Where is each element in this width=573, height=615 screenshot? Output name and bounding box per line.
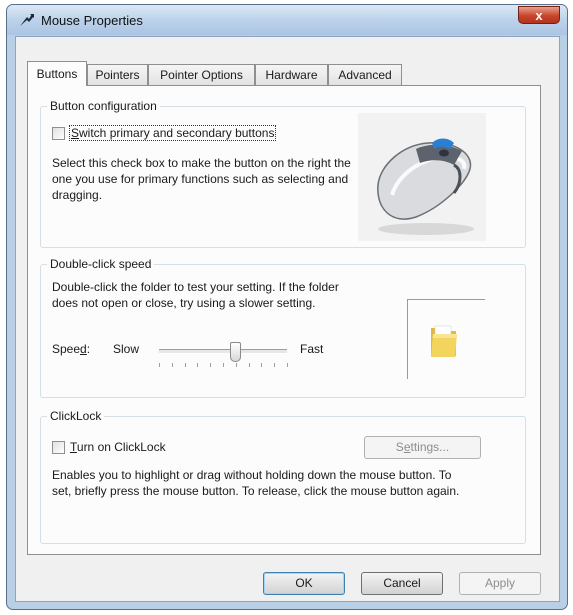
slider-tick bbox=[274, 363, 276, 367]
fast-label: Fast bbox=[300, 342, 324, 356]
mouse-icon bbox=[358, 113, 486, 241]
speed-label: Speed: bbox=[52, 342, 91, 356]
slider-tick bbox=[210, 363, 212, 367]
apply-button[interactable]: Apply bbox=[459, 572, 541, 595]
slider-tick bbox=[171, 363, 173, 367]
slider-tick bbox=[223, 363, 224, 367]
switch-buttons-label[interactable]: Switch primary and secondary buttons bbox=[68, 125, 277, 141]
slider-tick bbox=[235, 363, 237, 367]
button-configuration-group: Button configuration Switch primary and … bbox=[40, 99, 526, 248]
clicklock-settings-button[interactable]: Settings... bbox=[364, 436, 481, 459]
close-button[interactable]: x bbox=[518, 6, 560, 24]
slider-tick bbox=[184, 363, 186, 367]
clicklock-label[interactable]: Turn on ClickLock bbox=[70, 440, 166, 454]
clicklock-description: Enables you to highlight or drag without… bbox=[52, 468, 460, 498]
speed-slider-ticks bbox=[159, 363, 288, 369]
slider-tick bbox=[287, 363, 288, 367]
double-click-test-area[interactable] bbox=[407, 299, 485, 379]
tab-hardware[interactable]: Hardware bbox=[255, 64, 328, 85]
speed-slider-thumb[interactable] bbox=[230, 342, 242, 362]
double-click-speed-title: Double-click speed bbox=[47, 257, 155, 271]
title-bar[interactable]: Mouse Properties x bbox=[7, 5, 567, 35]
tab-buttons[interactable]: Buttons bbox=[27, 61, 87, 86]
tab-advanced[interactable]: Advanced bbox=[328, 64, 402, 85]
ok-button[interactable]: OK bbox=[263, 572, 345, 595]
mouse-pointer-icon bbox=[20, 14, 34, 26]
dialog-client-area: Buttons Pointers Pointer Options Hardwar… bbox=[15, 36, 560, 602]
buttons-tab-panel: Button configuration Switch primary and … bbox=[27, 85, 541, 555]
button-configuration-title: Button configuration bbox=[47, 99, 160, 113]
speed-slider-track[interactable] bbox=[159, 349, 287, 354]
slider-tick bbox=[261, 363, 263, 367]
slow-label: Slow bbox=[113, 342, 140, 356]
switch-buttons-checkbox[interactable] bbox=[52, 127, 65, 140]
close-icon: x bbox=[535, 8, 543, 23]
window-title: Mouse Properties bbox=[41, 13, 143, 28]
clicklock-checkbox[interactable] bbox=[52, 441, 65, 454]
clicklock-group: ClickLock Turn on ClickLock Settings... … bbox=[40, 409, 526, 544]
slider-tick bbox=[248, 363, 250, 367]
button-configuration-description: Select this check box to make the button… bbox=[52, 156, 351, 202]
tab-pointers[interactable]: Pointers bbox=[87, 64, 148, 85]
double-click-speed-group: Double-click speed Double-click the fold… bbox=[40, 257, 526, 398]
tab-pointer-options[interactable]: Pointer Options bbox=[148, 64, 255, 85]
cancel-button[interactable]: Cancel bbox=[361, 572, 443, 595]
mouse-properties-window: Mouse Properties x Buttons Pointers Poin… bbox=[6, 4, 568, 610]
double-click-description: Double-click the folder to test your set… bbox=[52, 280, 339, 310]
slider-tick bbox=[159, 363, 160, 367]
clicklock-title: ClickLock bbox=[47, 409, 105, 423]
slider-tick bbox=[197, 363, 199, 367]
folder-icon[interactable] bbox=[429, 322, 459, 358]
